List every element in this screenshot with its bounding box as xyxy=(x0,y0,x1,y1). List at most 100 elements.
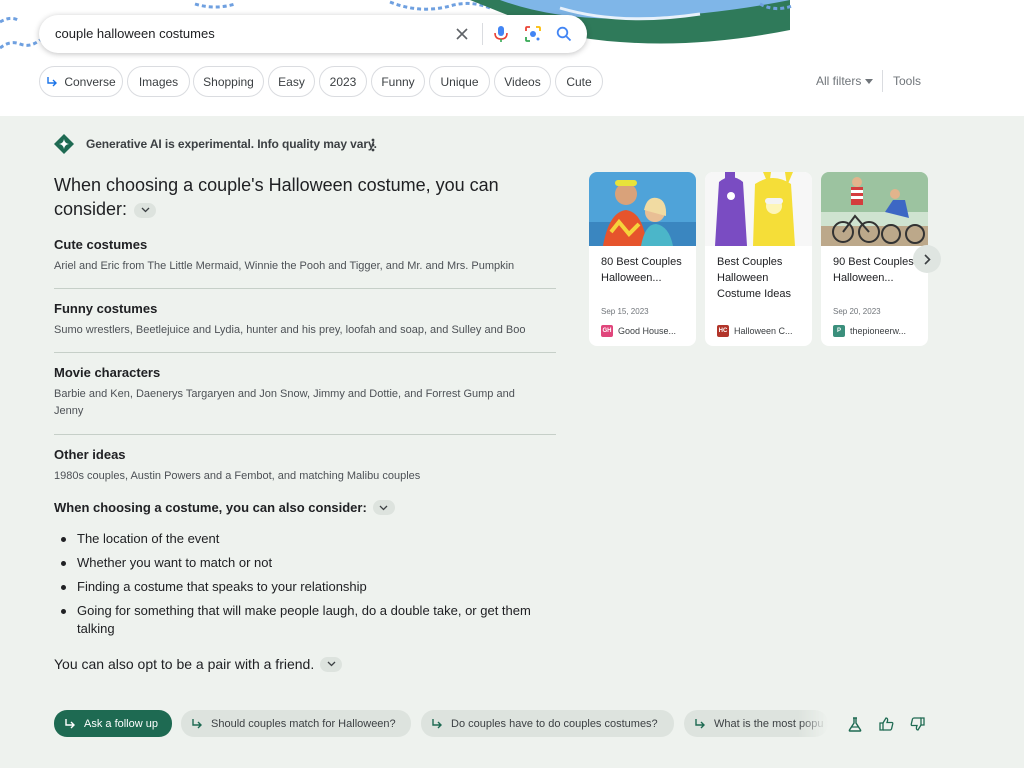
chip-videos[interactable]: Videos xyxy=(494,66,551,97)
ai-overview-panel: Generative AI is experimental. Info qual… xyxy=(0,116,1024,768)
consider-list: The location of the event Whether you wa… xyxy=(54,530,544,644)
card-source: HC Halloween C... xyxy=(717,325,793,337)
card-image xyxy=(821,172,928,246)
tools-button[interactable]: Tools xyxy=(893,74,921,88)
search-icon[interactable] xyxy=(552,22,576,46)
chip-easy[interactable]: Easy xyxy=(268,66,315,97)
reply-arrow-icon xyxy=(192,718,202,728)
card-date: Sep 20, 2023 xyxy=(833,307,881,316)
ai-disclaimer: Generative AI is experimental. Info qual… xyxy=(86,137,377,151)
section-title: Funny costumes xyxy=(54,301,158,316)
section-divider xyxy=(54,352,556,353)
pair-note: You can also opt to be a pair with a fri… xyxy=(54,656,343,672)
expand-button[interactable] xyxy=(372,500,395,515)
source-card[interactable]: 80 Best Couples Halloween... Sep 15, 202… xyxy=(589,172,696,346)
section-title: Movie characters xyxy=(54,365,161,380)
chip-unique[interactable]: Unique xyxy=(429,66,490,97)
card-image xyxy=(589,172,696,246)
section-body: 1980s couples, Austin Powers and a Fembo… xyxy=(54,470,421,482)
section-body: Ariel and Eric from The Little Mermaid, … xyxy=(54,260,515,272)
reply-arrow-icon xyxy=(65,718,75,728)
favicon-icon: GH xyxy=(601,325,613,337)
chevron-down-icon xyxy=(141,207,150,213)
chip-label: Images xyxy=(138,74,179,89)
follow-up-label: Ask a follow up xyxy=(84,717,158,730)
section-movie: Movie characters Barbie and Ken, Daenery… xyxy=(54,365,529,420)
list-item: The location of the event xyxy=(54,530,544,548)
thumbs-down-icon[interactable] xyxy=(909,716,925,732)
chip-label: Cute xyxy=(566,74,592,89)
chip-label: Videos xyxy=(504,74,541,89)
card-source-name: Good House... xyxy=(618,326,677,336)
more-vert-icon[interactable] xyxy=(366,137,380,153)
source-card[interactable]: Best Couples Halloween Costume Ideas HC … xyxy=(705,172,812,346)
cards-next-button[interactable] xyxy=(913,245,941,273)
caret-down-icon xyxy=(865,78,874,84)
chip-converse[interactable]: Converse xyxy=(39,66,123,97)
card-source-name: Halloween C... xyxy=(734,326,793,336)
chip-2023[interactable]: 2023 xyxy=(319,66,367,97)
section-divider xyxy=(54,288,556,289)
reply-arrow-icon xyxy=(46,76,58,87)
expand-button[interactable] xyxy=(134,202,157,218)
all-filters-label: All filters xyxy=(816,74,862,88)
pair-text: You can also opt to be a pair with a fri… xyxy=(54,656,315,672)
list-item: Whether you want to match or not xyxy=(54,554,544,572)
followup-chip[interactable]: What is the most popu xyxy=(684,710,828,737)
all-filters-button[interactable]: All filters xyxy=(816,74,874,88)
card-source-name: thepioneerw... xyxy=(850,326,907,336)
chevron-right-icon xyxy=(923,253,931,265)
card-date: Sep 15, 2023 xyxy=(601,307,649,316)
card-title: 80 Best Couples Halloween... xyxy=(601,256,682,284)
card-title: Best Couples Halloween Costume Ideas xyxy=(717,256,791,300)
section-funny: Funny costumes Sumo wrestlers, Beetlejui… xyxy=(54,301,556,339)
card-source: GH Good House... xyxy=(601,325,676,337)
gemini-logo-icon xyxy=(54,134,74,154)
chip-funny[interactable]: Funny xyxy=(371,66,425,97)
search-divider xyxy=(482,23,483,45)
chip-label: Easy xyxy=(278,74,305,89)
ai-intro-text: When choosing a couple's Halloween costu… xyxy=(54,175,499,219)
chip-label: 2023 xyxy=(329,74,357,89)
chip-cute[interactable]: Cute xyxy=(555,66,603,97)
clear-icon[interactable] xyxy=(450,22,474,46)
reply-arrow-icon xyxy=(432,718,442,728)
expand-button[interactable] xyxy=(320,656,343,672)
section-cute: Cute costumes Ariel and Eric from The Li… xyxy=(54,237,556,275)
list-item: Finding a costume that speaks to your re… xyxy=(54,578,544,596)
favicon-icon: P xyxy=(833,325,845,337)
filters-divider xyxy=(882,70,883,92)
search-box[interactable]: couple halloween costumes xyxy=(39,15,587,53)
ai-intro: When choosing a couple's Halloween costu… xyxy=(54,173,514,221)
section-title: Other ideas xyxy=(54,447,126,462)
chevron-down-icon xyxy=(327,661,336,667)
chip-label: Unique xyxy=(440,74,479,89)
section-divider xyxy=(54,434,556,435)
favicon-icon: HC xyxy=(717,325,729,337)
section-body: Sumo wrestlers, Beetlejuice and Lydia, h… xyxy=(54,324,526,336)
followup-chip[interactable]: Should couples match for Halloween? xyxy=(181,710,411,737)
followup-label: What is the most popu xyxy=(714,717,824,730)
search-header: couple halloween costumes Converse Image… xyxy=(0,0,1024,116)
chip-images[interactable]: Images xyxy=(127,66,190,97)
section-body: Barbie and Ken, Daenerys Targaryen and J… xyxy=(54,388,515,417)
mic-icon[interactable] xyxy=(489,22,513,46)
card-source: P thepioneerw... xyxy=(833,325,906,337)
list-item: Going for something that will make peopl… xyxy=(54,602,544,638)
section-title: Cute costumes xyxy=(54,237,148,252)
labs-icon[interactable] xyxy=(847,716,863,732)
followup-label: Should couples match for Halloween? xyxy=(211,717,396,730)
followup-chip[interactable]: Do couples have to do couples costumes? xyxy=(421,710,674,737)
card-title: 90 Best Couples Halloween... xyxy=(833,256,914,284)
card-image xyxy=(705,172,812,246)
thumbs-up-icon[interactable] xyxy=(878,716,894,732)
followup-label: Do couples have to do couples costumes? xyxy=(451,717,658,730)
chip-label: Converse xyxy=(64,74,116,89)
also-consider-heading: When choosing a costume, you can also co… xyxy=(54,500,395,515)
reply-arrow-icon xyxy=(695,718,705,728)
chip-shopping[interactable]: Shopping xyxy=(193,66,264,97)
search-input[interactable]: couple halloween costumes xyxy=(55,26,215,41)
ask-follow-up-button[interactable]: Ask a follow up xyxy=(54,710,172,737)
source-card[interactable]: 90 Best Couples Halloween... Sep 20, 202… xyxy=(821,172,928,346)
lens-icon[interactable] xyxy=(521,22,545,46)
